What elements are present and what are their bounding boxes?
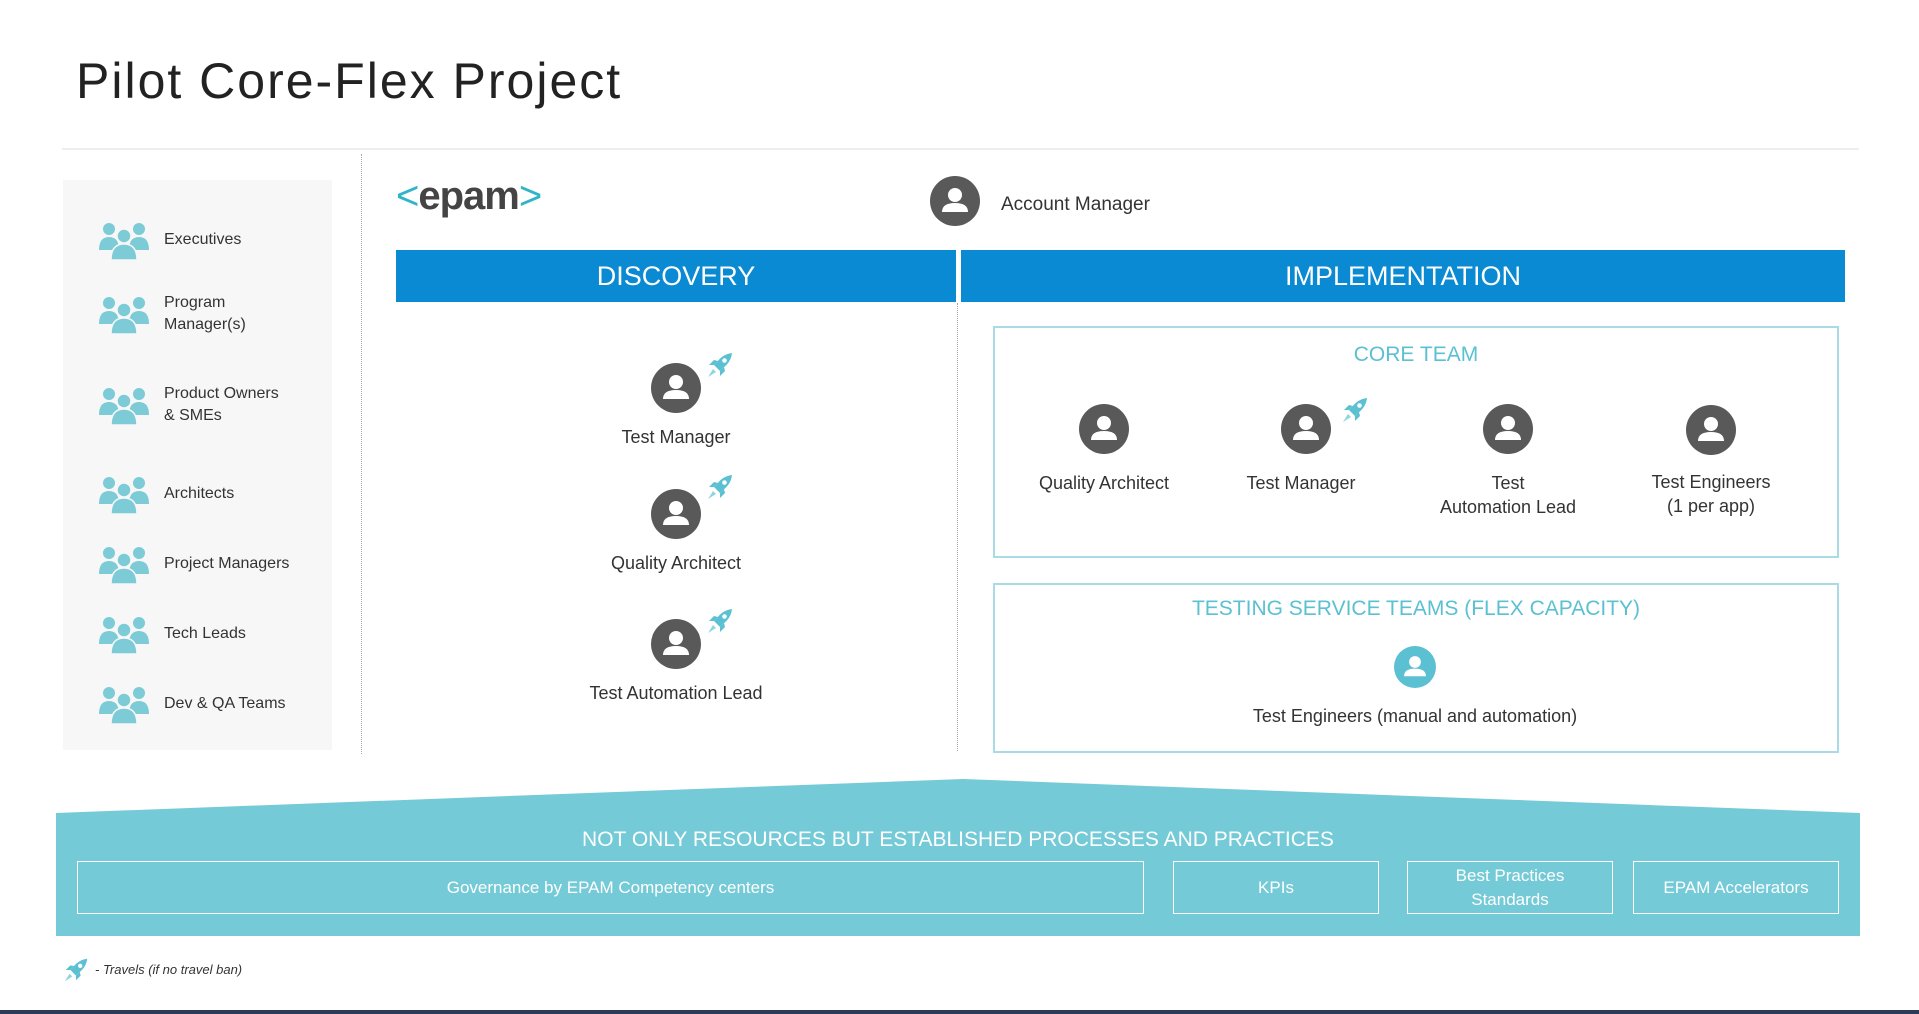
foundation-item-kpis: KPIs [1173, 861, 1379, 914]
stakeholder-label: Product Owners & SMEs [164, 385, 279, 424]
person-icon [1483, 404, 1533, 454]
discovery-role-quality-architect: Quality Architect [610, 553, 742, 573]
logo-bracket-left: < [396, 174, 419, 218]
stakeholder-product-owners: Product Owners & SMEs [98, 383, 328, 427]
stakeholder-label: Architects [164, 485, 235, 502]
stakeholder-label: Program Manager(s) [164, 294, 246, 333]
core-team-title: CORE TEAM [1353, 343, 1479, 366]
flex-team-title: TESTING SERVICE TEAMS (FLEX CAPACITY) [1191, 597, 1641, 620]
people-group-icon [98, 385, 150, 425]
logo-text: epam [418, 174, 519, 218]
people-group-icon [98, 544, 150, 584]
discovery-role-test-manager: Test Manager [621, 427, 731, 447]
discovery-role-test-automation-lead: Test Automation Lead [589, 683, 763, 703]
stakeholder-label: Project Managers [164, 555, 290, 572]
person-icon [651, 619, 701, 669]
page-title: Pilot Core-Flex Project [76, 53, 623, 109]
logo-bracket-right: > [518, 174, 542, 218]
person-icon [651, 489, 701, 539]
core-role-test-manager: Test Manager [1246, 473, 1356, 493]
phase-divider [957, 303, 958, 751]
core-role-test-engineers: Test Engineers (1 per app) [1651, 472, 1771, 516]
person-icon [651, 363, 701, 413]
core-role-quality-architect: Quality Architect [1038, 473, 1170, 493]
flex-role-test-engineers: Test Engineers (manual and automation) [1252, 706, 1578, 726]
stakeholder-panel: Executives Program Manager(s) Product Ow… [63, 180, 332, 750]
engineer-person-icon [1686, 405, 1736, 455]
person-icon [1079, 404, 1129, 454]
rocket-icon [1340, 395, 1370, 425]
stakeholder-label: Executives [164, 231, 242, 248]
rocket-icon [705, 350, 735, 380]
people-group-icon [98, 614, 150, 654]
foundation-item-governance: Governance by EPAM Competency centers [77, 861, 1144, 914]
title-divider [62, 148, 1859, 150]
discovery-header: DISCOVERY [396, 250, 956, 302]
core-role-test-automation-lead: Test Automation Lead [1439, 473, 1577, 517]
engineer-person-icon [1394, 646, 1436, 688]
stakeholder-tech-leads: Tech Leads [98, 612, 328, 656]
rocket-icon [705, 472, 735, 502]
stakeholder-executives: Executives [98, 218, 328, 262]
account-manager-label: Account Manager [1001, 194, 1150, 215]
stakeholder-label: Dev & QA Teams [164, 695, 286, 712]
people-group-icon [98, 684, 150, 724]
foundation-title: NOT ONLY RESOURCES BUT ESTABLISHED PROCE… [582, 828, 1334, 851]
travel-legend: - Travels (if no travel ban) [95, 962, 243, 977]
panel-divider [361, 154, 362, 754]
people-group-icon [98, 474, 150, 514]
stakeholder-architects: Architects [98, 472, 328, 516]
epam-logo: <epam> [396, 174, 542, 219]
foundation-item-accelerators: EPAM Accelerators [1633, 861, 1839, 914]
stakeholder-label: Tech Leads [164, 625, 246, 642]
implementation-header: IMPLEMENTATION [961, 250, 1845, 302]
person-icon [930, 176, 980, 226]
rocket-icon [62, 956, 90, 984]
person-icon [1281, 404, 1331, 454]
rocket-icon [705, 606, 735, 636]
stakeholder-dev-qa-teams: Dev & QA Teams [98, 682, 328, 726]
foundation-item-best-practices: Best Practices Standards [1407, 861, 1613, 914]
footer-line [0, 1010, 1919, 1014]
people-group-icon [98, 220, 150, 260]
stakeholder-project-managers: Project Managers [98, 542, 328, 586]
people-group-icon [98, 294, 150, 334]
stakeholder-program-managers: Program Manager(s) [98, 292, 328, 336]
